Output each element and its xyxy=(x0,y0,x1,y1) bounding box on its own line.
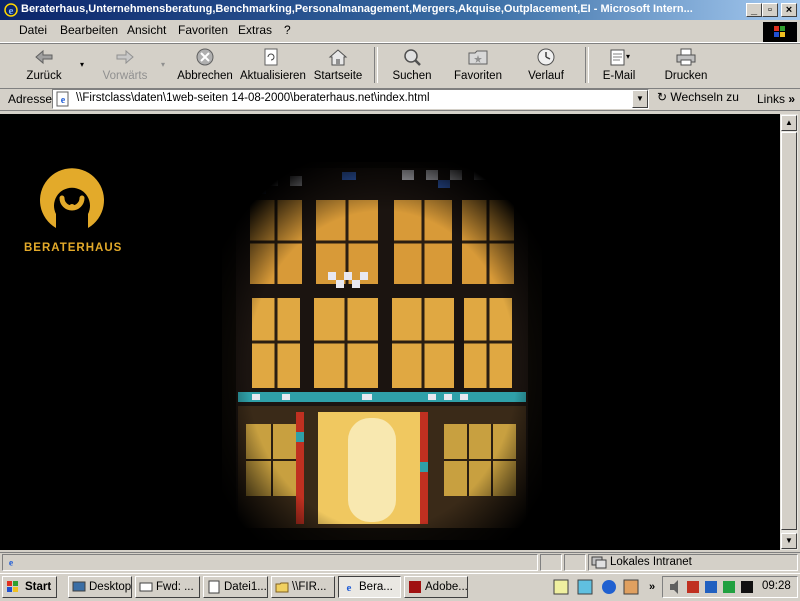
building-photo xyxy=(222,162,542,540)
security-zone-label: Lokales Intranet xyxy=(610,556,692,568)
scroll-up-button[interactable]: ▲ xyxy=(781,115,797,131)
ie-icon[interactable]: e xyxy=(3,2,19,18)
mail-button[interactable]: E-Mail xyxy=(598,45,640,85)
windows-flag-icon xyxy=(774,26,785,37)
logo-text: BERATERHAUS xyxy=(24,242,123,254)
home-icon xyxy=(328,49,348,66)
svg-text:e: e xyxy=(9,5,14,17)
status-panel xyxy=(564,554,586,571)
mail-icon xyxy=(139,582,153,592)
quick-launch-icon[interactable] xyxy=(577,579,593,595)
task-datei1[interactable]: Datei1... xyxy=(203,576,268,598)
page-icon: e xyxy=(56,91,69,107)
tray-icon[interactable] xyxy=(741,581,753,593)
toolbar-separator xyxy=(585,47,589,83)
windows-flag-icon xyxy=(7,581,18,592)
forward-button[interactable]: Vorwärts xyxy=(100,45,150,85)
tray-icon[interactable] xyxy=(687,581,699,593)
desktop-icon xyxy=(72,581,86,592)
ie-icon: e xyxy=(347,582,352,594)
svg-text:e: e xyxy=(9,558,14,569)
mail-dropdown-icon[interactable]: ▾ xyxy=(626,52,630,61)
page-status-icon: e xyxy=(9,558,14,569)
status-main-panel: e xyxy=(2,554,538,571)
refresh-button[interactable]: Aktualisieren xyxy=(240,45,306,85)
svg-text:e: e xyxy=(347,582,352,594)
quick-launch-icon[interactable] xyxy=(623,579,639,595)
scroll-thumb[interactable] xyxy=(781,132,797,530)
refresh-icon xyxy=(264,48,278,66)
favorites-button[interactable]: Favoriten xyxy=(451,45,505,85)
menu-bar xyxy=(0,20,800,43)
favorites-folder-icon xyxy=(468,50,488,65)
address-dropdown-icon[interactable]: ▼ xyxy=(632,90,648,108)
toolbar-separator xyxy=(374,47,378,83)
volume-icon[interactable] xyxy=(670,580,678,594)
network-icon[interactable] xyxy=(705,581,717,593)
clock[interactable]: 09:28 xyxy=(762,580,791,592)
stop-button[interactable]: Abbrechen xyxy=(176,45,234,85)
quick-launch: » xyxy=(548,576,658,598)
folder-icon xyxy=(275,582,289,593)
tray-icon[interactable] xyxy=(723,581,735,593)
go-arrow-icon: ↻ xyxy=(657,90,668,104)
windows-logo xyxy=(763,22,797,42)
address-label: Adresse xyxy=(8,92,53,106)
beraterhaus-logo[interactable] xyxy=(36,162,108,234)
status-panel xyxy=(540,554,562,571)
go-button[interactable]: ↻ Wechseln zu xyxy=(657,90,739,104)
minimize-button[interactable]: _ xyxy=(746,3,762,17)
back-dropdown-icon[interactable]: ▾ xyxy=(80,60,84,69)
links-button[interactable]: Links » xyxy=(757,92,795,106)
maximize-button[interactable]: ▫ xyxy=(762,3,778,17)
history-button[interactable]: Verlauf xyxy=(522,45,570,85)
document-icon xyxy=(208,580,220,594)
search-icon xyxy=(404,49,421,66)
quick-launch-icon[interactable] xyxy=(553,579,569,595)
close-button[interactable]: × xyxy=(781,3,797,17)
intranet-icon xyxy=(591,556,607,569)
task-adobe[interactable]: Adobe... xyxy=(404,576,468,598)
stop-icon xyxy=(196,48,214,66)
scroll-down-button[interactable]: ▼ xyxy=(781,533,797,549)
home-button[interactable]: Startseite xyxy=(313,45,363,85)
menu-extras[interactable]: Extras xyxy=(238,23,272,37)
ie-quick-launch-icon[interactable] xyxy=(602,580,616,594)
back-arrow-icon xyxy=(35,49,53,65)
search-button[interactable]: Suchen xyxy=(388,45,436,85)
adobe-icon xyxy=(409,581,421,593)
menu-favoriten[interactable]: Favoriten xyxy=(178,23,228,37)
svg-text:»: » xyxy=(649,581,655,593)
chevron-right-icon: » xyxy=(788,92,796,106)
task-desktop[interactable]: Desktop xyxy=(68,576,132,598)
back-button[interactable]: Zurück xyxy=(20,45,68,85)
task-folder[interactable]: \\FIR... xyxy=(271,576,335,598)
forward-dropdown-icon[interactable]: ▾ xyxy=(161,60,165,69)
menu-bearbeiten[interactable]: Bearbeiten xyxy=(60,23,118,37)
forward-arrow-icon xyxy=(116,49,134,65)
address-url: \\Firstclass\daten\1web-seiten 14-08-200… xyxy=(76,92,430,104)
menu-datei[interactable]: Datei xyxy=(19,23,47,37)
svg-text:e: e xyxy=(61,95,66,106)
printer-icon xyxy=(676,48,696,66)
task-berater-ie[interactable]: e Bera... xyxy=(338,576,401,598)
print-button[interactable]: Drucken xyxy=(662,45,710,85)
menu-help[interactable]: ? xyxy=(284,23,291,37)
history-icon xyxy=(537,48,555,66)
menu-ansicht[interactable]: Ansicht xyxy=(127,23,166,37)
task-fwd-mail[interactable]: Fwd: ... xyxy=(135,576,200,598)
window-title: Beraterhaus,Unternehmensberatung,Benchma… xyxy=(21,3,693,15)
start-button[interactable]: Start xyxy=(2,576,57,598)
